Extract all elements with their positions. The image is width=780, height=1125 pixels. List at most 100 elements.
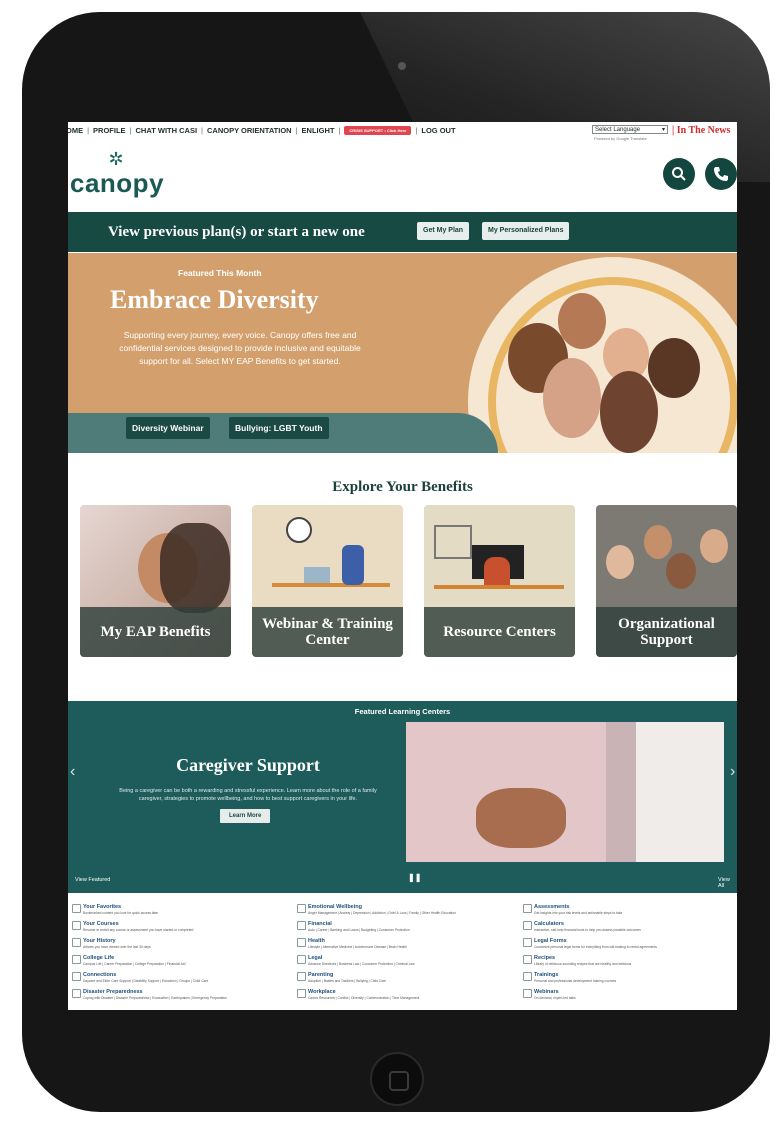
image-coat — [636, 722, 724, 862]
link-connections[interactable]: Connections Daycare and Elder Care Suppor… — [72, 972, 208, 983]
hero-person — [648, 338, 700, 398]
health-icon — [297, 938, 306, 947]
person-illustration — [342, 545, 364, 585]
learn-more-button[interactable]: Learn More — [220, 809, 271, 823]
language-select[interactable]: Select Language — [592, 125, 668, 135]
top-navigation: OME | PROFILE | CHAT WITH CASI | CANOPY ORI… — [68, 122, 737, 142]
link-parenting[interactable]: Parenting Adoption | Babies and Toddlers … — [297, 972, 386, 983]
card-label: Webinar & Training Center — [252, 607, 403, 657]
link-legal[interactable]: Legal Advance Directives | Business Law |… — [297, 955, 415, 966]
card-resource-centers[interactable]: Resource Centers — [424, 505, 575, 657]
hero-title: Embrace Diversity — [110, 285, 319, 314]
view-featured-link[interactable]: View Featured — [75, 877, 110, 883]
featured-image — [406, 722, 724, 862]
forms-icon — [523, 938, 532, 947]
clock-icon — [286, 517, 312, 543]
card-webinar-training[interactable]: Webinar & Training Center — [252, 505, 403, 657]
hero-banner: Featured This Month Embrace Diversity Su… — [68, 253, 737, 453]
link-emotional-wellbeing[interactable]: Emotional Wellbeing Anger Management | An… — [297, 904, 456, 915]
quick-links: Your Favorites Bookmarked content you lov… — [68, 898, 737, 1010]
hero-featured-label: Featured This Month — [178, 268, 262, 278]
nav-orientation[interactable]: CANOPY ORIENTATION — [207, 126, 292, 135]
calculator-icon — [523, 921, 532, 930]
search-icon — [672, 167, 686, 181]
in-the-news-link[interactable]: | In The News — [672, 125, 730, 136]
hero-person — [543, 358, 601, 438]
nav-enlight[interactable]: ENLIGHT — [302, 126, 335, 135]
history-icon — [72, 938, 81, 947]
financial-icon — [297, 921, 306, 930]
link-college-life[interactable]: College Life Campus Life | Career Prepara… — [72, 955, 185, 966]
plan-bar: View previous plan(s) or start a new one… — [68, 212, 737, 252]
card-label: Organizational Support — [596, 607, 737, 657]
emotion-icon — [297, 904, 306, 913]
plan-bar-text: View previous plan(s) or start a new one — [108, 224, 365, 240]
card-label: My EAP Benefits — [80, 607, 231, 657]
nav-profile[interactable]: PROFILE — [93, 126, 126, 135]
screen: OME | PROFILE | CHAT WITH CASI | CANOPY ORI… — [68, 122, 737, 1010]
training-icon — [523, 972, 532, 981]
card-photo-person — [606, 545, 634, 579]
link-financial[interactable]: Financial Auto | Career | Banking and Loa… — [297, 921, 410, 932]
legal-icon — [297, 955, 306, 964]
card-photo-person — [644, 525, 672, 559]
powered-by-text: Powered by Google Translate — [594, 136, 647, 141]
hero-person — [558, 293, 606, 349]
link-legal-forms[interactable]: Legal Forms Customize personal legal form… — [523, 938, 657, 949]
explore-title: Explore Your Benefits — [332, 479, 473, 495]
bullying-lgbt-button[interactable]: Bullying: LGBT Youth — [229, 417, 329, 439]
webinar-icon — [523, 989, 532, 998]
card-photo-person — [666, 553, 696, 589]
nav-home[interactable]: OME — [68, 126, 83, 135]
card-my-eap-benefits[interactable]: My EAP Benefits — [80, 505, 231, 657]
link-calculators[interactable]: Calculators Interactive, self-help financ… — [523, 921, 641, 932]
laptop-illustration — [304, 567, 330, 583]
featured-title: Caregiver Support — [176, 755, 320, 775]
person-illustration — [484, 557, 510, 587]
carousel-next-icon[interactable]: › — [730, 763, 735, 781]
link-history[interactable]: Your History Articles you have viewed ove… — [72, 938, 151, 949]
featured-description: Being a caregiver can be both a rewardin… — [119, 788, 377, 802]
link-courses[interactable]: Your Courses Resume or revisit any course… — [72, 921, 193, 932]
phone-icon — [714, 167, 728, 181]
nav-logout[interactable]: LOG OUT — [421, 126, 455, 135]
phone-button[interactable] — [705, 158, 737, 190]
camera-icon — [398, 62, 406, 70]
link-trainings[interactable]: Trainings Personal and professional devel… — [523, 972, 616, 983]
desk-illustration — [434, 585, 564, 589]
disaster-icon — [72, 989, 81, 998]
nav-chat[interactable]: CHAT WITH CASI — [136, 126, 198, 135]
featured-learning-centers: Featured Learning Centers ‹ › Caregiver … — [68, 701, 737, 893]
home-button[interactable] — [370, 1052, 424, 1106]
link-workplace[interactable]: Workplace Career Resources | Conflict | D… — [297, 989, 419, 1000]
carousel-prev-icon[interactable]: ‹ — [70, 763, 75, 781]
pause-icon[interactable]: ❚❚ — [408, 873, 421, 882]
card-organizational-support[interactable]: Organizational Support — [596, 505, 737, 657]
link-favorites[interactable]: Your Favorites Bookmarked content you lov… — [72, 904, 158, 915]
personalized-plans-button[interactable]: My Personalized Plans — [482, 222, 570, 240]
connections-icon — [72, 972, 81, 981]
search-button[interactable] — [663, 158, 695, 190]
get-my-plan-button[interactable]: Get My Plan — [417, 222, 470, 240]
link-assessments[interactable]: Assessments Get insights into your risk l… — [523, 904, 622, 915]
link-disaster[interactable]: Disaster Preparedness Coping with Disaste… — [72, 989, 227, 1000]
link-health[interactable]: Health Lifestyle | Alternative Medicine |… — [297, 938, 407, 949]
star-icon — [72, 904, 81, 913]
hero-person — [600, 371, 658, 453]
assessment-icon — [523, 904, 532, 913]
course-icon — [72, 921, 81, 930]
recipe-icon — [523, 955, 532, 964]
college-icon — [72, 955, 81, 964]
view-all-link[interactable]: View All — [718, 877, 737, 889]
desk-illustration — [272, 583, 390, 587]
featured-heading: Featured Learning Centers — [354, 707, 451, 716]
link-recipes[interactable]: Recipes Library of delicious-sounding rec… — [523, 955, 631, 966]
logo[interactable]: canopy — [70, 168, 164, 199]
link-webinars[interactable]: Webinars On-demand, expert-led talks — [523, 989, 576, 1000]
image-hands — [476, 788, 566, 848]
card-label: Resource Centers — [424, 607, 575, 657]
workplace-icon — [297, 989, 306, 998]
parenting-icon — [297, 972, 306, 981]
crisis-support-button[interactable]: CRISIS SUPPORT • Click Here — [344, 126, 412, 135]
diversity-webinar-button[interactable]: Diversity Webinar — [126, 417, 210, 439]
